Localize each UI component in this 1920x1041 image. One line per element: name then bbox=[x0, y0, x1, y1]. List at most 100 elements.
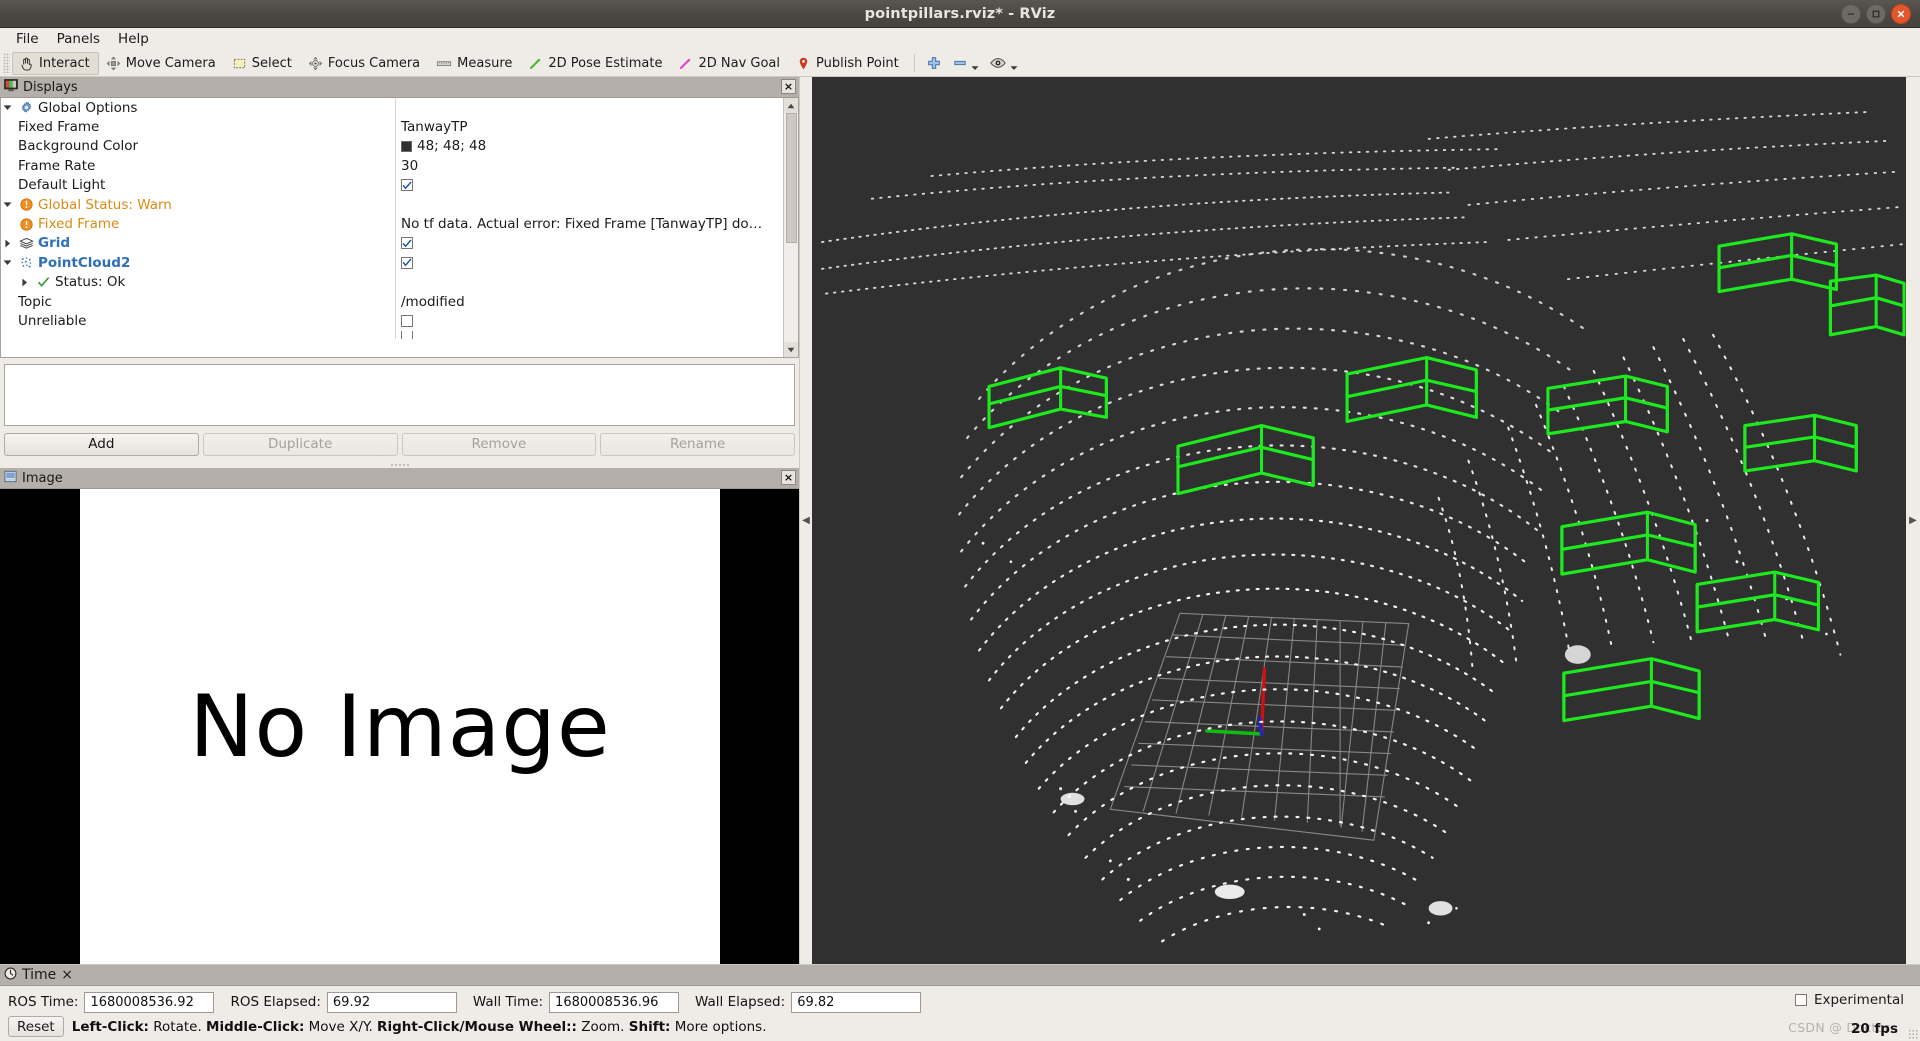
left-dock: Displays × Global Options Fixed Frame Ta… bbox=[0, 77, 800, 964]
close-icon[interactable] bbox=[1891, 4, 1911, 24]
hint-left-click: Left-Click: bbox=[71, 1018, 149, 1035]
ros-time-label: ROS Time: bbox=[8, 994, 79, 1010]
eye-icon bbox=[989, 56, 1007, 70]
menu-panels[interactable]: Panels bbox=[49, 29, 108, 49]
wall-elapsed-field: Wall Elapsed: 69.82 bbox=[695, 991, 922, 1013]
chevron-down-icon[interactable] bbox=[1, 201, 14, 208]
rviz-window: pointpillars.rviz* - RViz File Panels He… bbox=[0, 0, 1920, 1041]
tool-measure[interactable]: Measure bbox=[429, 52, 521, 75]
main-area: Displays × Global Options Fixed Frame Ta… bbox=[0, 77, 1920, 964]
window-title: pointpillars.rviz* - RViz bbox=[864, 5, 1056, 22]
table-row[interactable]: Global Options bbox=[1, 98, 783, 118]
default-light-checkbox[interactable] bbox=[401, 179, 413, 192]
table-row[interactable]: Fixed Frame No tf data. Actual error: Fi… bbox=[1, 214, 783, 234]
add-button[interactable]: Add bbox=[4, 432, 199, 456]
experimental-toggle[interactable]: Experimental bbox=[1794, 992, 1904, 1008]
collapse-right-icon[interactable]: ▶ bbox=[1909, 515, 1917, 526]
chevron-right-icon[interactable] bbox=[1, 239, 14, 248]
displays-scrollbar[interactable] bbox=[783, 98, 798, 357]
unreliable-checkbox[interactable] bbox=[401, 314, 413, 327]
chevron-down-icon-2[interactable] bbox=[1010, 65, 1018, 71]
chevron-down-icon[interactable] bbox=[1, 259, 14, 266]
experimental-checkbox[interactable] bbox=[1794, 994, 1807, 1006]
duplicate-button[interactable]: Duplicate bbox=[202, 432, 398, 456]
pointcloud2-enabled-checkbox[interactable] bbox=[401, 256, 413, 269]
next-row-checkbox[interactable] bbox=[401, 330, 413, 339]
tree-label-status-ok: Status: Ok bbox=[55, 274, 126, 291]
table-row[interactable]: PointCloud2 bbox=[1, 253, 783, 273]
table-row[interactable]: Topic /modified bbox=[1, 291, 783, 312]
table-row-partial[interactable] bbox=[1, 330, 783, 339]
scroll-up-icon[interactable] bbox=[783, 98, 798, 113]
wall-time-input[interactable]: 1680008536.96 bbox=[549, 991, 680, 1013]
menu-file[interactable]: File bbox=[8, 29, 47, 49]
displays-tree[interactable]: Global Options Fixed Frame TanwayTP Back… bbox=[1, 98, 783, 357]
no-image-placeholder: No Image bbox=[189, 676, 611, 777]
displays-icon bbox=[4, 78, 18, 96]
grid-enabled-checkbox[interactable] bbox=[401, 237, 413, 250]
table-row[interactable]: Frame Rate 30 bbox=[1, 156, 783, 176]
displays-scroll-thumb[interactable] bbox=[785, 113, 797, 243]
remove-button[interactable]: Remove bbox=[401, 432, 597, 456]
displays-tree-container: Global Options Fixed Frame TanwayTP Back… bbox=[0, 98, 799, 358]
toolbar-grip[interactable] bbox=[3, 53, 10, 73]
render-view-3d[interactable] bbox=[812, 77, 1906, 964]
rename-button[interactable]: Rename bbox=[600, 432, 795, 456]
wall-elapsed-input[interactable]: 69.82 bbox=[791, 991, 922, 1013]
title-bar: pointpillars.rviz* - RViz bbox=[0, 0, 1920, 28]
move-camera-icon bbox=[106, 56, 121, 71]
table-row[interactable]: Status: Ok bbox=[1, 272, 783, 292]
minimize-icon[interactable] bbox=[1841, 4, 1861, 24]
reset-button[interactable]: Reset bbox=[8, 1016, 64, 1037]
table-row[interactable]: Fixed Frame TanwayTP bbox=[1, 117, 783, 137]
view-button[interactable] bbox=[984, 52, 1023, 75]
displays-panel-close-icon[interactable]: × bbox=[781, 79, 796, 94]
chevron-down-icon[interactable] bbox=[1, 104, 14, 111]
render-view-column: ◀ ▶ bbox=[800, 77, 1920, 964]
right-view-splitter[interactable]: ▶ bbox=[1906, 77, 1920, 964]
tool-2d-nav-goal[interactable]: 2D Nav Goal bbox=[671, 52, 789, 75]
table-row[interactable]: Grid bbox=[1, 233, 783, 254]
time-panel-close-icon[interactable]: × bbox=[61, 967, 73, 983]
window-resize-grip[interactable] bbox=[1908, 1029, 1918, 1039]
tool-publish-point[interactable]: Publish Point bbox=[789, 52, 908, 75]
table-row[interactable]: Default Light bbox=[1, 175, 783, 195]
maximize-icon[interactable] bbox=[1866, 4, 1886, 24]
tree-value-topic[interactable]: /modified bbox=[401, 294, 465, 310]
tree-value-frame-rate[interactable]: 30 bbox=[401, 158, 418, 174]
scroll-down-icon[interactable] bbox=[783, 342, 798, 357]
tool-interact[interactable]: Interact bbox=[12, 51, 99, 75]
tool-select[interactable]: Select bbox=[225, 52, 301, 75]
tool-focus-camera[interactable]: Focus Camera bbox=[301, 52, 429, 75]
image-panel-close-icon[interactable]: × bbox=[781, 470, 796, 485]
tool-publish-point-label: Publish Point bbox=[816, 55, 899, 71]
chevron-down-icon[interactable] bbox=[971, 65, 979, 71]
tree-value-background-color[interactable]: 48; 48; 48 bbox=[417, 138, 486, 154]
minus-icon bbox=[952, 55, 968, 71]
tool-move-camera[interactable]: Move Camera bbox=[99, 52, 225, 75]
tree-value-fixed-frame[interactable]: TanwayTP bbox=[401, 119, 468, 135]
table-row[interactable]: Background Color 48; 48; 48 bbox=[1, 136, 783, 157]
remove-tool-button[interactable] bbox=[947, 52, 984, 75]
add-tool-button[interactable] bbox=[921, 52, 947, 75]
grid-icon bbox=[18, 237, 34, 250]
pointcloud-icon bbox=[18, 256, 34, 269]
table-row[interactable]: Global Status: Warn bbox=[1, 194, 783, 215]
tool-2d-pose-estimate[interactable]: 2D Pose Estimate bbox=[521, 52, 671, 75]
tree-label-grid: Grid bbox=[38, 235, 71, 252]
color-swatch[interactable] bbox=[401, 140, 412, 152]
image-panel-body[interactable]: No Image bbox=[0, 489, 799, 964]
tree-label-default-light: Default Light bbox=[18, 177, 106, 194]
time-panel-header: Time × bbox=[0, 965, 1920, 986]
left-view-splitter[interactable]: ◀ bbox=[800, 77, 812, 964]
menu-help[interactable]: Help bbox=[110, 29, 157, 49]
table-row[interactable]: Unreliable bbox=[1, 311, 783, 331]
chevron-right-icon-2[interactable] bbox=[18, 278, 31, 287]
image-canvas: No Image bbox=[80, 489, 720, 964]
collapse-left-icon[interactable]: ◀ bbox=[802, 515, 810, 526]
ros-time-input[interactable]: 1680008536.92 bbox=[84, 991, 215, 1013]
green-arrow-icon bbox=[528, 56, 543, 71]
tool-2d-pose-estimate-label: 2D Pose Estimate bbox=[548, 55, 663, 71]
menu-bar: File Panels Help bbox=[0, 28, 1920, 50]
ros-elapsed-input[interactable]: 69.92 bbox=[326, 991, 457, 1013]
